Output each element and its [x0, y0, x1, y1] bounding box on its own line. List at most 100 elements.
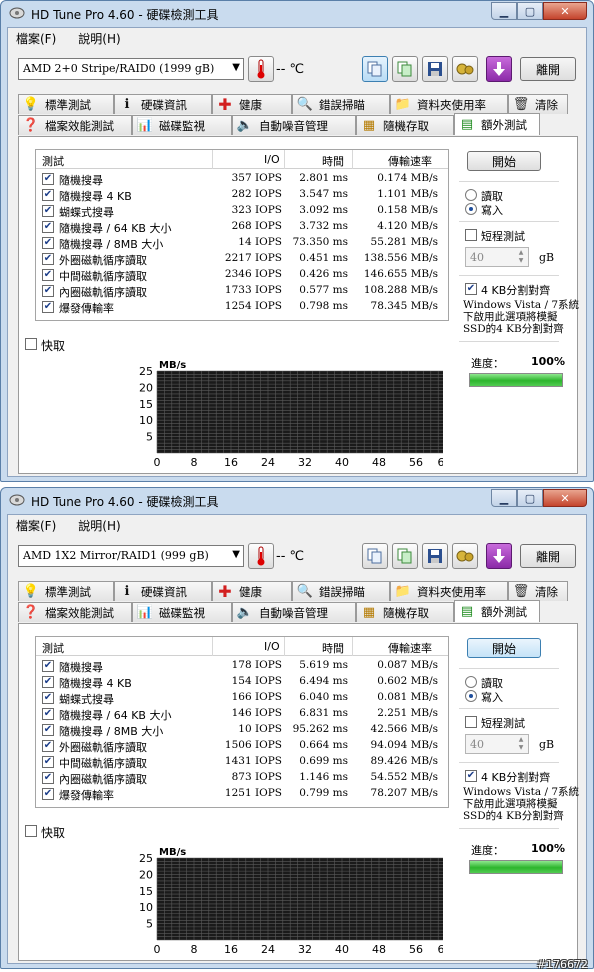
header-io[interactable]: I/O [264, 640, 280, 653]
table-row[interactable]: ✔ 中間磁軌循序讀取 2346 IOPS 0.426 ms 146.655 MB/s [36, 267, 448, 283]
test-checkbox[interactable]: ✔ [42, 237, 54, 249]
exit-button[interactable]: 離開 [520, 544, 576, 568]
test-checkbox[interactable]: ✔ [42, 269, 54, 281]
write-radio[interactable] [465, 203, 477, 215]
test-checkbox[interactable]: ✔ [42, 285, 54, 297]
table-row[interactable]: ✔ 內圈磁軌循序讀取 873 IOPS 1.146 ms 54.552 MB/s [36, 770, 448, 786]
close-button[interactable]: ✕ [543, 489, 587, 507]
tab-extra-tests[interactable]: ▤ 額外測試 [454, 113, 540, 135]
align-checkbox[interactable]: ✔ [465, 770, 477, 782]
tab-disk-monitor[interactable]: 📊 磁碟監視 [132, 602, 232, 622]
header-time[interactable]: 時間 [322, 640, 344, 656]
align-checkbox[interactable]: ✔ [465, 283, 477, 295]
table-row[interactable]: ✔ 隨機搜尋 / 64 KB 大小 268 IOPS 3.732 ms 4.120 MB… [36, 219, 448, 235]
test-checkbox[interactable]: ✔ [42, 724, 54, 736]
tab-benchmark[interactable]: 💡 標準測試 [18, 94, 114, 114]
table-row[interactable]: ✔ 爆發傳輸率 1251 IOPS 0.799 ms 78.207 MB/s [36, 786, 448, 802]
read-radio[interactable] [465, 189, 477, 201]
table-row[interactable]: ✔ 隨機搜尋 4 KB 154 IOPS 6.494 ms 0.602 MB/s [36, 674, 448, 690]
tab-random-access[interactable]: ▦ 隨機存取 [356, 115, 454, 135]
tab-info[interactable]: ℹ 硬碟資訊 [114, 94, 212, 114]
stepper-arrows-icon[interactable]: ▲ ▼ [515, 736, 527, 752]
size-stepper[interactable]: 40 ▲ ▼ [465, 247, 529, 267]
test-checkbox[interactable]: ✔ [42, 772, 54, 784]
tab-random-access[interactable]: ▦ 隨機存取 [356, 602, 454, 622]
stepper-arrows-icon[interactable]: ▲ ▼ [515, 249, 527, 265]
header-rate[interactable]: 傳輸速率 [388, 640, 432, 656]
cache-checkbox[interactable] [25, 825, 37, 837]
temperature-button[interactable] [248, 543, 274, 569]
copy-text-button[interactable] [362, 543, 388, 569]
write-radio[interactable] [465, 690, 477, 702]
test-checkbox[interactable]: ✔ [42, 301, 54, 313]
tab-erase[interactable]: 🗑 清除 [508, 581, 568, 601]
test-checkbox[interactable]: ✔ [42, 756, 54, 768]
header-rate[interactable]: 傳輸速率 [388, 153, 432, 169]
drive-select[interactable]: AMD 2+0 Stripe/RAID0 (1999 gB) ▼ [18, 58, 244, 80]
options-button[interactable] [452, 543, 478, 569]
tab-file-benchmark[interactable]: ❓ 檔案效能測試 [18, 602, 132, 622]
table-row[interactable]: ✔ 外圈磁軌循序讀取 1506 IOPS 0.664 ms 94.094 MB/s [36, 738, 448, 754]
maximize-button[interactable]: ▢ [517, 2, 543, 20]
menu-help[interactable]: 說明(H) [78, 517, 120, 534]
tab-erase[interactable]: 🗑 清除 [508, 94, 568, 114]
size-stepper[interactable]: 40 ▲ ▼ [465, 734, 529, 754]
minimize-button[interactable]: ▁ [491, 2, 517, 20]
table-row[interactable]: ✔ 蝴蝶式搜尋 166 IOPS 6.040 ms 0.081 MB/s [36, 690, 448, 706]
save-button[interactable] [422, 56, 448, 82]
table-row[interactable]: ✔ 蝴蝶式搜尋 323 IOPS 3.092 ms 0.158 MB/s [36, 203, 448, 219]
temperature-button[interactable] [248, 56, 274, 82]
tab-error-scan[interactable]: 🔍 錯誤掃瞄 [292, 581, 390, 601]
tab-info[interactable]: ℹ 硬碟資訊 [114, 581, 212, 601]
drive-select[interactable]: AMD 1X2 Mirror/RAID1 (999 gB) ▼ [18, 545, 244, 567]
header-io[interactable]: I/O [264, 153, 280, 166]
copy-text-button[interactable] [362, 56, 388, 82]
copy-screenshot-button[interactable] [392, 56, 418, 82]
tab-benchmark[interactable]: 💡 標準測試 [18, 581, 114, 601]
test-checkbox[interactable]: ✔ [42, 189, 54, 201]
table-row[interactable]: ✔ 爆發傳輸率 1254 IOPS 0.798 ms 78.345 MB/s [36, 299, 448, 315]
save-button[interactable] [422, 543, 448, 569]
tab-extra-tests[interactable]: ▤ 額外測試 [454, 600, 540, 622]
tab-folder-usage[interactable]: 📁 資料夾使用率 [390, 94, 508, 114]
table-row[interactable]: ✔ 隨機搜尋 357 IOPS 2.801 ms 0.174 MB/s [36, 171, 448, 187]
read-radio[interactable] [465, 676, 477, 688]
test-checkbox[interactable]: ✔ [42, 708, 54, 720]
table-row[interactable]: ✔ 隨機搜尋 / 64 KB 大小 146 IOPS 6.831 ms 2.251 MB… [36, 706, 448, 722]
download-button[interactable] [486, 543, 512, 569]
header-test[interactable]: 測試 [42, 640, 64, 656]
table-row[interactable]: ✔ 隨機搜尋 4 KB 282 IOPS 3.547 ms 1.101 MB/s [36, 187, 448, 203]
table-row[interactable]: ✔ 外圈磁軌循序讀取 2217 IOPS 0.451 ms 138.556 MB/s [36, 251, 448, 267]
test-checkbox[interactable]: ✔ [42, 788, 54, 800]
cache-checkbox[interactable] [25, 338, 37, 350]
header-test[interactable]: 測試 [42, 153, 64, 169]
tab-file-benchmark[interactable]: ❓ 檔案效能測試 [18, 115, 132, 135]
close-button[interactable]: ✕ [543, 2, 587, 20]
table-row[interactable]: ✔ 隨機搜尋 / 8MB 大小 10 IOPS 95.262 ms 42.566 MB/… [36, 722, 448, 738]
tab-disk-monitor[interactable]: 📊 磁碟監視 [132, 115, 232, 135]
test-checkbox[interactable]: ✔ [42, 173, 54, 185]
tab-health[interactable]: ✚ 健康 [212, 581, 292, 601]
short-test-checkbox[interactable] [465, 716, 477, 728]
minimize-button[interactable]: ▁ [491, 489, 517, 507]
test-checkbox[interactable]: ✔ [42, 205, 54, 217]
table-row[interactable]: ✔ 隨機搜尋 / 8MB 大小 14 IOPS 73.350 ms 55.281 MB/… [36, 235, 448, 251]
test-checkbox[interactable]: ✔ [42, 253, 54, 265]
tab-error-scan[interactable]: 🔍 錯誤掃瞄 [292, 94, 390, 114]
download-button[interactable] [486, 56, 512, 82]
short-test-checkbox[interactable] [465, 229, 477, 241]
tab-aam[interactable]: 🔈 自動噪音管理 [232, 602, 356, 622]
test-checkbox[interactable]: ✔ [42, 660, 54, 672]
table-row[interactable]: ✔ 隨機搜尋 178 IOPS 5.619 ms 0.087 MB/s [36, 658, 448, 674]
test-checkbox[interactable]: ✔ [42, 221, 54, 233]
tab-folder-usage[interactable]: 📁 資料夾使用率 [390, 581, 508, 601]
maximize-button[interactable]: ▢ [517, 489, 543, 507]
options-button[interactable] [452, 56, 478, 82]
menu-file[interactable]: 檔案(F) [16, 30, 56, 47]
table-row[interactable]: ✔ 內圈磁軌循序讀取 1733 IOPS 0.577 ms 108.288 MB/s [36, 283, 448, 299]
copy-screenshot-button[interactable] [392, 543, 418, 569]
start-button[interactable]: 開始 [467, 151, 541, 171]
test-checkbox[interactable]: ✔ [42, 676, 54, 688]
start-button[interactable]: 開始 [467, 638, 541, 658]
menu-file[interactable]: 檔案(F) [16, 517, 56, 534]
